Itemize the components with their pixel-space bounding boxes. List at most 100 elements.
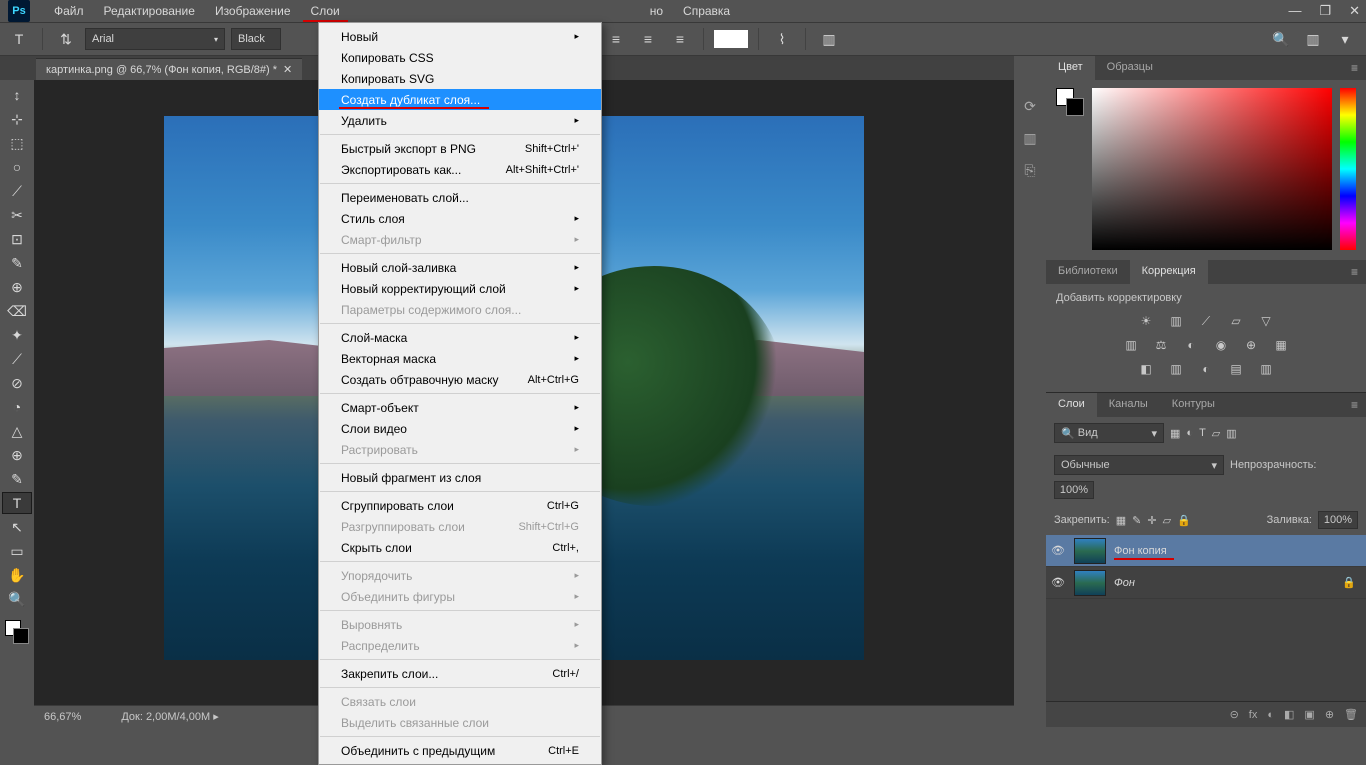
adj-mixer-icon[interactable]: ⊕ [1241,336,1261,354]
layer-name[interactable]: Фон [1114,577,1135,589]
font-select[interactable]: Arial▾ [85,28,225,50]
layer-row[interactable]: 👁 Фон копия [1046,535,1366,567]
font-color-select[interactable]: Black [231,28,281,50]
tool-history[interactable]: ⟋ [2,348,32,370]
panel-menu-icon[interactable]: ≡ [1343,56,1366,80]
visibility-icon[interactable]: 👁 [1050,544,1066,557]
color-swatch[interactable] [5,620,29,644]
menu-new-adjustment[interactable]: Новый корректирующий слой▸ [319,278,601,299]
lock-artboard-icon[interactable]: ▱ [1163,514,1171,527]
menu-help[interactable]: Справка [673,1,740,21]
filter-shape-icon[interactable]: ▱ [1212,427,1220,440]
adj-photo-icon[interactable]: ◉ [1211,336,1231,354]
menu-export-png[interactable]: Быстрый экспорт в PNGShift+Ctrl+' [319,138,601,159]
tool-blur[interactable]: △ [2,420,32,442]
trash-icon[interactable]: 🗑 [1344,708,1358,721]
link-layers-icon[interactable]: ⊝ [1230,708,1239,721]
menu-merge-down[interactable]: Объединить с предыдущимCtrl+E [319,740,601,761]
tool-type[interactable]: T [2,492,32,514]
mask-icon[interactable]: ◐ [1267,709,1274,721]
tab-adjustments[interactable]: Коррекция [1130,260,1208,284]
tool-dodge[interactable]: ⊕ [2,444,32,466]
menu-hide[interactable]: Скрыть слоиCtrl+, [319,537,601,558]
opacity-value[interactable]: 100% [1054,481,1094,499]
tool-gradient[interactable]: ◔ [2,396,32,418]
tab-channels[interactable]: Каналы [1097,393,1160,417]
align-right-icon[interactable]: ≡ [667,26,693,52]
tool-zoom[interactable]: 🔍 [2,588,32,610]
filter-adj-icon[interactable]: ◐ [1186,427,1193,439]
menu-layers[interactable]: Слои [301,1,350,21]
tool-eyedropper[interactable]: ✎ [2,252,32,274]
tool-eraser[interactable]: ⊘ [2,372,32,394]
adj-gradient-icon[interactable]: ▤ [1226,360,1246,378]
tool-heal[interactable]: ⊕ [2,276,32,298]
align-center-icon[interactable]: ≡ [635,26,661,52]
filter-smart-icon[interactable]: ▥ [1226,427,1236,440]
maximize-icon[interactable]: ❐ [1319,3,1331,19]
tool-move[interactable]: ↕ [2,84,32,106]
type-tool-icon[interactable]: T [6,26,32,52]
panel-menu-icon[interactable]: ≡ [1343,393,1366,417]
tool-crop[interactable]: ✂ [2,204,32,226]
workspace-icon[interactable]: ▥ [1300,26,1326,52]
menu-video-layers[interactable]: Слои видео▸ [319,418,601,439]
menu-window[interactable]: но [640,1,673,21]
layer-name[interactable]: Фон копия [1114,545,1167,557]
tool-quick-select[interactable]: ⟋ [2,180,32,202]
adj-balance-icon[interactable]: ⚖ [1151,336,1171,354]
adj-invert-icon[interactable]: ◧ [1136,360,1156,378]
adj-hue-icon[interactable]: ▥ [1121,336,1141,354]
char-panel-icon[interactable]: ▥ [816,26,842,52]
tab-paths[interactable]: Контуры [1160,393,1227,417]
tool-frame[interactable]: ⊡ [2,228,32,250]
panel-icon-char[interactable]: ⎘ [1018,158,1042,182]
menu-new-slice[interactable]: Новый фрагмент из слоя [319,467,601,488]
menu-layer-style[interactable]: Стиль слоя▸ [319,208,601,229]
menu-delete[interactable]: Удалить▸ [319,110,601,131]
adj-threshold-icon[interactable]: ◐ [1196,360,1216,378]
layer-thumbnail[interactable] [1074,570,1106,596]
fx-icon[interactable]: fx [1249,709,1258,721]
tool-pen[interactable]: ✎ [2,468,32,490]
doc-info[interactable]: Док: 2,00M/4,00M ▸ [121,710,218,723]
warp-text-icon[interactable]: ⌇ [769,26,795,52]
tab-layers[interactable]: Слои [1046,393,1097,417]
adj-vibrance-icon[interactable]: ▽ [1256,312,1276,330]
menu-rename-layer[interactable]: Переименовать слой... [319,187,601,208]
adj-exposure-icon[interactable]: ▱ [1226,312,1246,330]
workspace-chevron-icon[interactable]: ▾ [1332,26,1358,52]
lock-paint-icon[interactable]: ✎ [1132,514,1141,527]
tool-artboard[interactable]: ⊹ [2,108,32,130]
adj-selective-icon[interactable]: ▥ [1256,360,1276,378]
search-icon[interactable]: 🔍 [1268,26,1294,52]
tab-libraries[interactable]: Библиотеки [1046,260,1130,284]
tool-clone[interactable]: ✦ [2,324,32,346]
tab-close-icon[interactable]: ✕ [283,63,292,76]
align-left-icon[interactable]: ≡ [603,26,629,52]
menu-copy-svg[interactable]: Копировать SVG [319,68,601,89]
menu-smart-object[interactable]: Смарт-объект▸ [319,397,601,418]
tool-marquee[interactable]: ⬚ [2,132,32,154]
filter-image-icon[interactable]: ▦ [1170,427,1180,440]
visibility-icon[interactable]: 👁 [1050,576,1066,589]
new-layer-icon[interactable]: ⊕ [1325,708,1334,721]
adj-curves-icon[interactable]: ⟋ [1196,312,1216,330]
layer-thumbnail[interactable] [1074,538,1106,564]
adj-poster-icon[interactable]: ▥ [1166,360,1186,378]
menu-group[interactable]: Сгруппировать слоиCtrl+G [319,495,601,516]
close-icon[interactable]: ✕ [1349,3,1360,19]
adj-bw-icon[interactable]: ◐ [1181,336,1201,354]
adj-levels-icon[interactable]: ▥ [1166,312,1186,330]
panel-icon-history[interactable]: ⟳ [1018,94,1042,118]
adj-lut-icon[interactable]: ▦ [1271,336,1291,354]
zoom-level[interactable]: 66,67% [44,711,81,723]
text-color-swatch[interactable] [714,30,748,48]
lock-trans-icon[interactable]: ▦ [1116,514,1126,527]
group-icon[interactable]: ▣ [1304,708,1314,721]
menu-copy-css[interactable]: Копировать CSS [319,47,601,68]
menu-lock-layers[interactable]: Закрепить слои...Ctrl+/ [319,663,601,684]
menu-duplicate-layer[interactable]: Создать дубликат слоя... [319,89,601,110]
menu-edit[interactable]: Редактирование [94,1,205,21]
panel-menu-icon[interactable]: ≡ [1343,260,1366,284]
